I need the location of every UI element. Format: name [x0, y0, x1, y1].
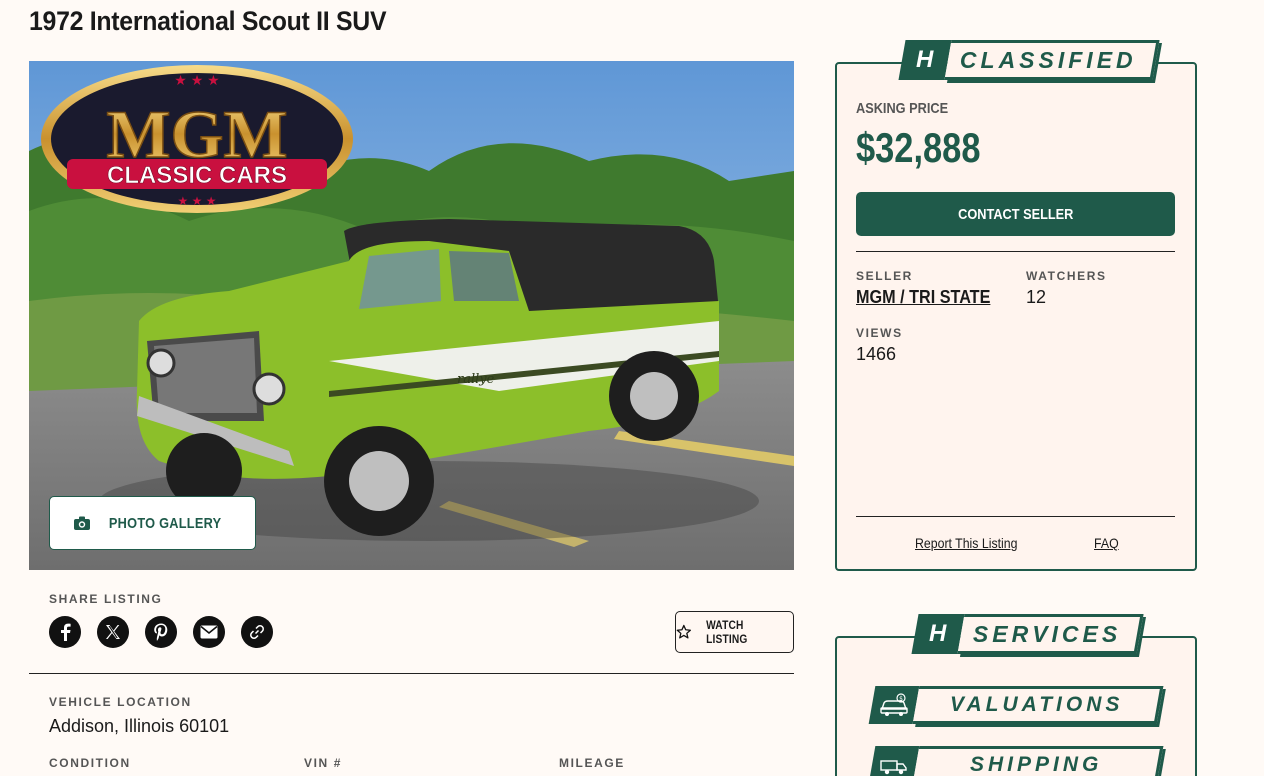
asking-price-value: $32,888 [856, 124, 981, 171]
section-divider [29, 673, 794, 674]
classified-badge-text: CLASSIFIED [960, 46, 1137, 73]
shipping-label: SHIPPING [970, 753, 1103, 776]
valuations-button[interactable]: $ VALUATIONS [868, 686, 1164, 724]
contact-seller-label: CONTACT SELLER [957, 205, 1074, 223]
star-outline-icon [676, 624, 692, 639]
faq-link[interactable]: FAQ [1094, 535, 1119, 551]
vin-label: VIN # [304, 756, 343, 770]
star-icon: ★ ★ ★ [178, 194, 217, 208]
shipping-button[interactable]: SHIPPING [868, 746, 1164, 776]
report-listing-link[interactable]: Report This Listing [915, 535, 1017, 551]
watchers-label: WATCHERS [1026, 269, 1107, 283]
rallye-badge: rallye [457, 372, 495, 387]
seller-label: SELLER [856, 269, 913, 283]
car-dollar-icon: $ [868, 686, 920, 724]
card-footer-divider [856, 516, 1175, 517]
condition-label: CONDITION [49, 756, 131, 770]
truck-icon [868, 746, 920, 776]
link-icon[interactable] [241, 616, 273, 648]
pinterest-icon[interactable] [145, 616, 177, 648]
x-icon[interactable] [97, 616, 129, 648]
star-icon: ★ ★ ★ [174, 72, 219, 88]
photo-gallery-button[interactable]: PHOTO GALLERY [49, 496, 256, 550]
facebook-icon[interactable] [49, 616, 81, 648]
car-photo-illustration: rallye MGM CLASSIC CARS ★ ★ ★ ★ ★ ★ [29, 61, 794, 570]
vehicle-location-label: VEHICLE LOCATION [49, 695, 192, 709]
watch-listing-button[interactable]: WATCH LISTING [675, 611, 794, 653]
watchers-value: 12 [1026, 287, 1047, 307]
mgm-logo: MGM CLASSIC CARS ★ ★ ★ ★ ★ ★ [41, 65, 353, 213]
page-title: 1972 International Scout II SUV [29, 6, 387, 36]
watch-listing-label: WATCH LISTING [705, 618, 748, 646]
email-icon[interactable] [193, 616, 225, 648]
classified-badge: H CLASSIFIED [898, 40, 1160, 80]
photo-gallery-label: PHOTO GALLERY [108, 514, 222, 532]
svg-text:$: $ [899, 696, 903, 703]
main-photo[interactable]: rallye MGM CLASSIC CARS ★ ★ ★ ★ ★ ★ [29, 61, 794, 570]
valuations-label: VALUATIONS [949, 693, 1124, 716]
views-label: VIEWS [856, 326, 903, 340]
h-logo-icon: H [911, 614, 965, 654]
views-value: 1466 [856, 344, 897, 364]
share-listing-label: SHARE LISTING [49, 592, 163, 606]
camera-icon [73, 516, 90, 530]
share-icons [49, 616, 273, 648]
card-divider [856, 251, 1175, 252]
vehicle-location-value: Addison, Illinois 60101 [49, 716, 230, 736]
mileage-label: MILEAGE [559, 756, 625, 770]
services-badge-text: SERVICES [973, 620, 1122, 647]
contact-seller-button[interactable]: CONTACT SELLER [856, 192, 1175, 236]
h-logo-icon: H [898, 40, 952, 80]
services-badge: H SERVICES [911, 614, 1144, 654]
asking-price-label: ASKING PRICE [856, 100, 949, 117]
seller-link[interactable]: MGM / TRI STATE [856, 287, 990, 308]
logo-text-classic: CLASSIC CARS [107, 162, 287, 189]
